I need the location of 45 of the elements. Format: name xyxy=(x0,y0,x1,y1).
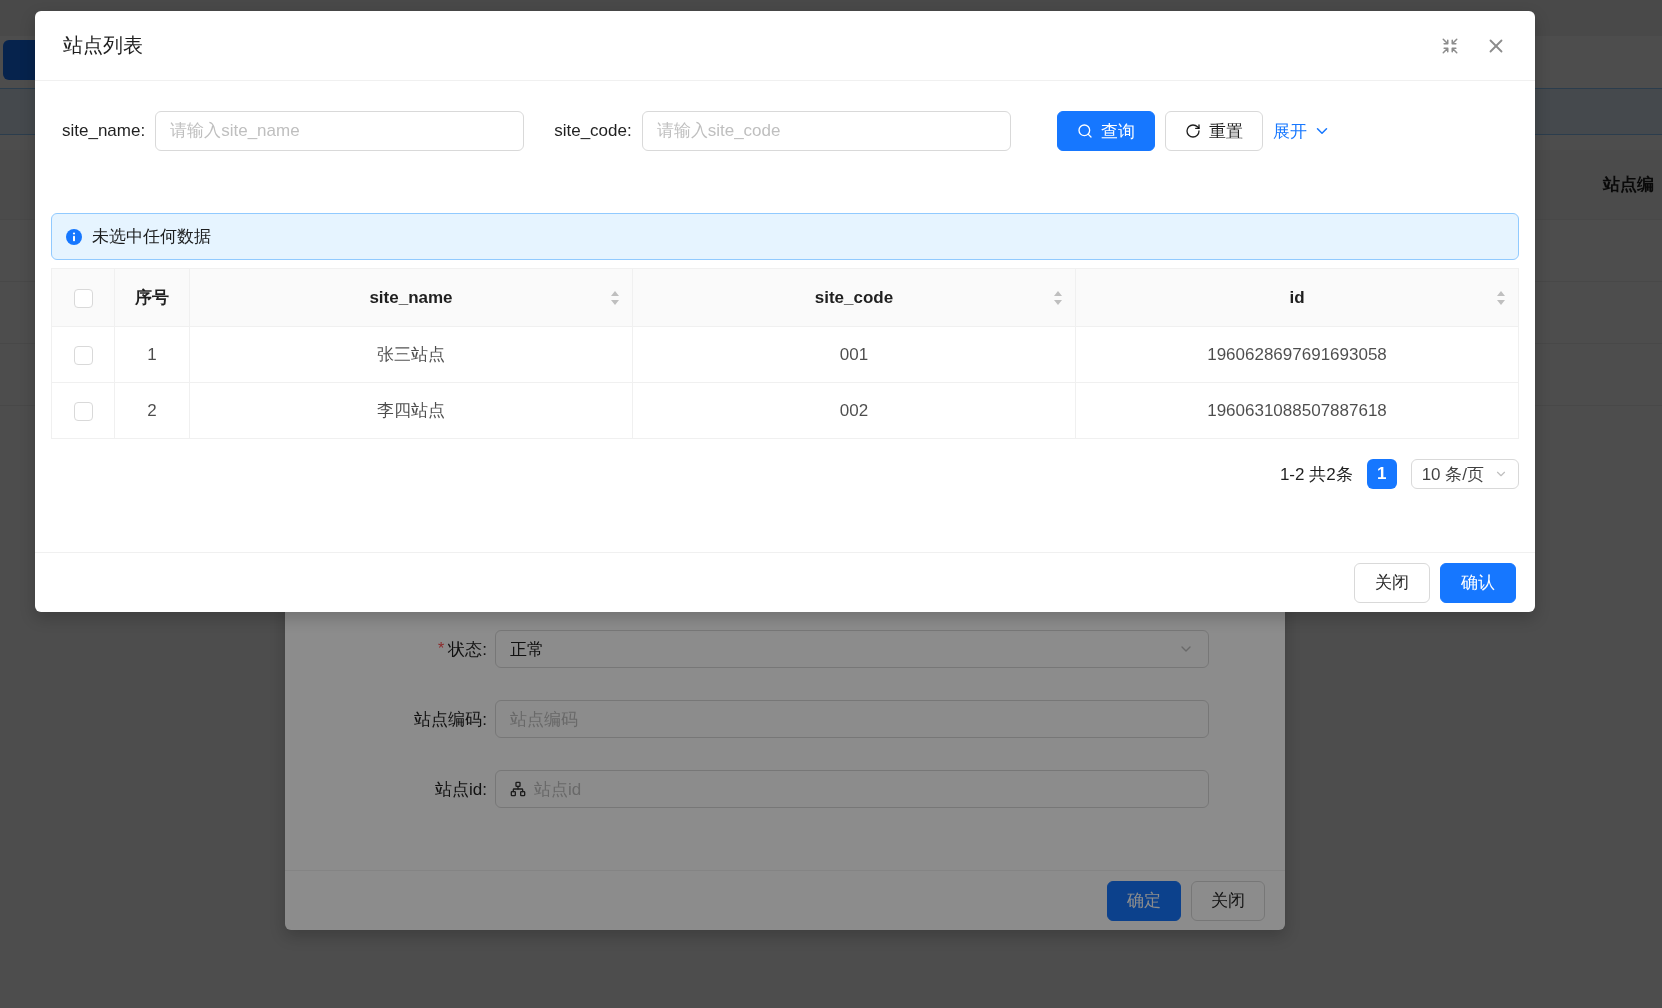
table-cell: 002 xyxy=(839,400,869,420)
page-size-select[interactable]: 10 条/页 xyxy=(1410,459,1519,489)
table-cell: 张三站点 xyxy=(377,345,445,364)
page-number[interactable]: 1 xyxy=(1366,459,1397,489)
row-checkbox[interactable] xyxy=(73,401,93,421)
field-label: 状态: xyxy=(448,638,487,661)
sort-icon[interactable] xyxy=(1053,289,1063,306)
pagination-summary: 1-2 共2条 xyxy=(1279,463,1353,486)
sort-icon[interactable] xyxy=(610,289,620,306)
filter-label: site_name: xyxy=(62,121,146,141)
required-mark: * xyxy=(438,640,445,658)
close-button[interactable]: 关闭 xyxy=(1354,562,1430,603)
sort-icon[interactable] xyxy=(1496,289,1506,306)
dialog-title: 站点列表 xyxy=(63,33,144,58)
row-checkbox[interactable] xyxy=(73,345,93,365)
table-cell: 001 xyxy=(839,344,869,364)
table-cell: 2 xyxy=(147,400,157,420)
reload-icon xyxy=(1184,123,1201,139)
table-cell: 李四站点 xyxy=(377,401,445,420)
status-select[interactable]: 正常 xyxy=(495,630,1209,668)
table-cell: 1960628697691693058 xyxy=(1207,344,1387,364)
confirm-button[interactable]: 确定 xyxy=(1107,880,1181,921)
alert-text: 未选中任何数据 xyxy=(92,226,211,248)
search-icon xyxy=(1076,123,1093,139)
confirm-button[interactable]: 确认 xyxy=(1440,562,1516,603)
field-label: 站点编码: xyxy=(414,708,487,731)
select-all-checkbox[interactable] xyxy=(73,288,93,308)
field-label: 站点id: xyxy=(435,778,487,801)
column-header: site_name xyxy=(369,287,453,308)
filter-input[interactable]: 请输入site_code xyxy=(641,111,1011,151)
fullscreen-icon[interactable] xyxy=(1441,36,1459,55)
filter-input[interactable]: 请输入site_name xyxy=(155,111,525,151)
column-header: 序号 xyxy=(135,287,169,309)
sitemap-icon xyxy=(510,781,526,797)
column-heading: 站点编 xyxy=(1603,174,1654,196)
table-cell: 1960631088507887618 xyxy=(1207,400,1387,420)
expand-link[interactable]: 展开 xyxy=(1272,119,1331,143)
table-cell: 1 xyxy=(147,344,157,364)
reset-button[interactable]: 重置 xyxy=(1164,111,1263,151)
search-button[interactable]: 查询 xyxy=(1056,111,1155,151)
column-header: id xyxy=(1289,287,1305,308)
info-icon xyxy=(66,228,82,245)
close-button[interactable]: 关闭 xyxy=(1191,880,1265,921)
column-header: site_code xyxy=(814,287,894,308)
filter-label: site_code: xyxy=(554,121,632,141)
